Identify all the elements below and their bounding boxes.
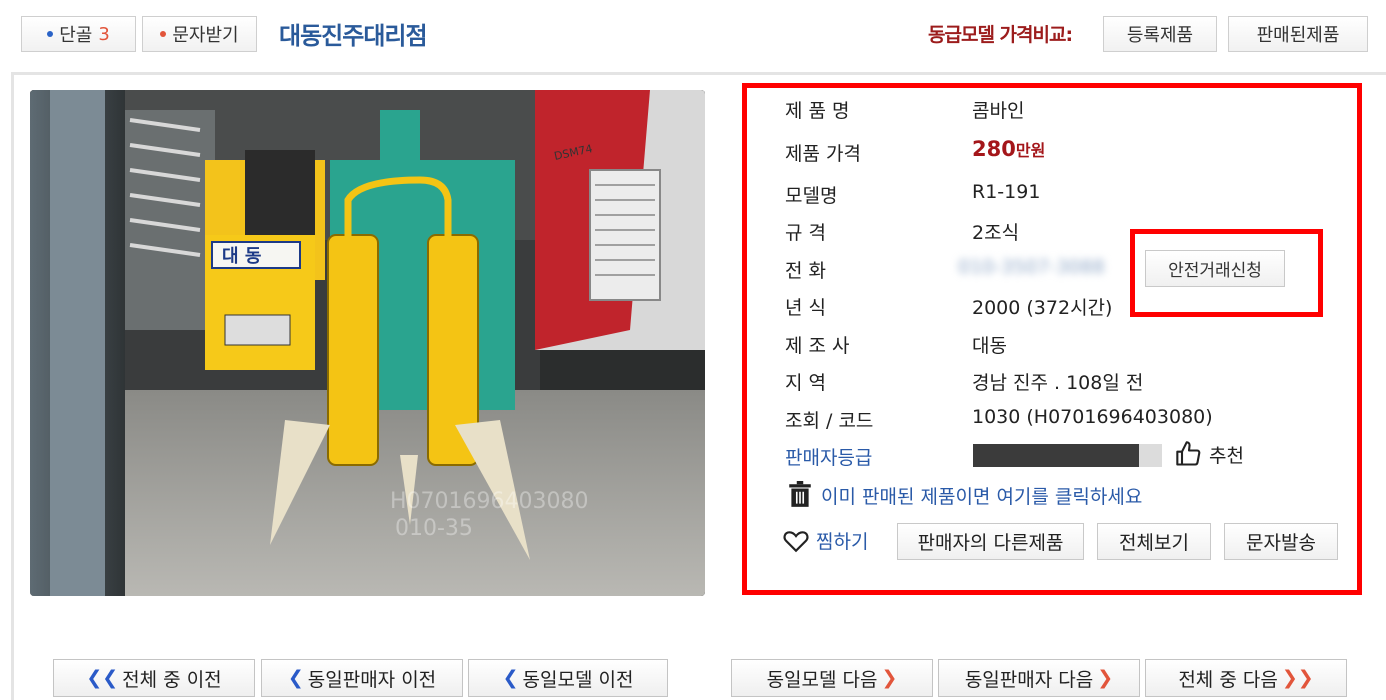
bullet-icon (47, 31, 54, 37)
product-name-label: 제 품 명 (785, 100, 850, 122)
thumbs-up-icon (1176, 441, 1201, 466)
recommend-label: 추천 (1209, 444, 1244, 467)
price-value: 280만원 (972, 137, 1045, 161)
watermark-code: H0701696403080 (390, 489, 589, 514)
region-label: 지 역 (785, 372, 826, 394)
watermark-phone: 010-35 (395, 516, 473, 541)
model-previous-button[interactable]: ❮ 동일모델 이전 (468, 659, 668, 697)
trash-can-icon (789, 481, 811, 507)
model-next-button[interactable]: 동일모델 다음 ❯ (731, 659, 933, 697)
year-label: 년 식 (785, 297, 826, 319)
seller-grade-fill (973, 444, 1140, 467)
favorite-label: 단골 (59, 25, 93, 46)
phone-value: 010-3507-3088 (958, 256, 1105, 278)
wishlist-label: 찜하기 (816, 531, 869, 553)
double-chevron-right-icon: ❯❯ (1281, 667, 1314, 689)
seller-next-button[interactable]: 동일판매자 다음 ❯ (938, 659, 1140, 697)
heart-icon (783, 530, 809, 552)
favorite-count: 3 (98, 23, 110, 45)
maker-value: 대동 (972, 335, 1007, 357)
spec-label: 규 격 (785, 222, 826, 244)
report-sold-text: 이미 판매된 제품이면 여기를 클릭하세요 (821, 485, 1143, 508)
recommend-button[interactable]: 추천 (1175, 440, 1244, 468)
all-next-button[interactable]: 전체 중 다음 ❯❯ (1145, 659, 1347, 697)
model-label: 모델명 (785, 185, 838, 207)
region-value: 경남 진주 . 108일 전 (972, 372, 1144, 394)
model-previous-label: 동일모델 이전 (522, 668, 634, 691)
favorite-shop-button[interactable]: 단골 3 (21, 16, 136, 52)
seller-grade-bar (973, 444, 1162, 467)
view-all-button[interactable]: 전체보기 (1097, 523, 1211, 560)
registered-products-button[interactable]: 등록제품 (1103, 16, 1217, 52)
spec-value: 2조식 (972, 222, 1020, 244)
chevron-left-icon: ❮ (502, 667, 519, 689)
safe-trade-button[interactable]: 안전거래신청 (1145, 250, 1285, 287)
price-number: 280 (972, 137, 1016, 161)
model-next-label: 동일모델 다음 (766, 668, 878, 691)
seller-grade-label[interactable]: 판매자등급 (785, 443, 872, 470)
seller-previous-label: 동일판매자 이전 (307, 668, 437, 691)
sold-products-button[interactable]: 판매된제품 (1228, 16, 1368, 52)
chevron-right-icon: ❯ (1097, 667, 1114, 689)
phone-label: 전 화 (785, 260, 826, 282)
seller-other-products-button[interactable]: 판매자의 다른제품 (897, 523, 1084, 560)
chevron-right-icon: ❯ (881, 667, 898, 689)
seller-previous-button[interactable]: ❮ 동일판매자 이전 (261, 659, 463, 697)
bullet-icon (160, 31, 167, 37)
brand-logo: 대 동 (222, 246, 261, 267)
maker-label: 제 조 사 (785, 335, 850, 357)
top-bar: 단골 3 문자받기 대동진주대리점 동급모델 가격비교: 등록제품 판매된제품 (0, 0, 1386, 66)
model-value: R1-191 (972, 181, 1041, 203)
shop-name[interactable]: 대동진주대리점 (279, 16, 428, 51)
sms-subscribe-button[interactable]: 문자받기 (142, 16, 257, 52)
all-previous-label: 전체 중 이전 (122, 668, 222, 691)
product-name-value: 콤바인 (972, 100, 1025, 122)
views-code-value: 1030 (H0701696403080) (972, 406, 1213, 428)
sms-subscribe-label: 문자받기 (172, 25, 239, 46)
price-label: 제품 가격 (785, 143, 861, 165)
double-chevron-left-icon: ❮❮ (86, 667, 119, 689)
seller-next-label: 동일판매자 다음 (964, 668, 1094, 691)
product-photo[interactable]: DSM74 대 동 H0701696403080 010-35 (30, 90, 705, 596)
price-unit: 만원 (1015, 141, 1046, 160)
year-value: 2000 (372시간) (972, 297, 1113, 319)
price-compare-label: 동급모델 가격비교: (928, 24, 1073, 46)
wishlist-button[interactable]: 찜하기 (783, 527, 868, 554)
combine-harvester-image: DSM74 대 동 H0701696403080 010-35 (30, 90, 705, 596)
all-previous-button[interactable]: ❮❮ 전체 중 이전 (53, 659, 255, 697)
views-code-label: 조회 / 코드 (785, 410, 874, 432)
all-next-label: 전체 중 다음 (1178, 668, 1278, 691)
chevron-left-icon: ❮ (287, 667, 304, 689)
send-sms-button[interactable]: 문자발송 (1224, 523, 1338, 560)
report-sold-link[interactable]: 이미 판매된 제품이면 여기를 클릭하세요 (787, 481, 1142, 509)
